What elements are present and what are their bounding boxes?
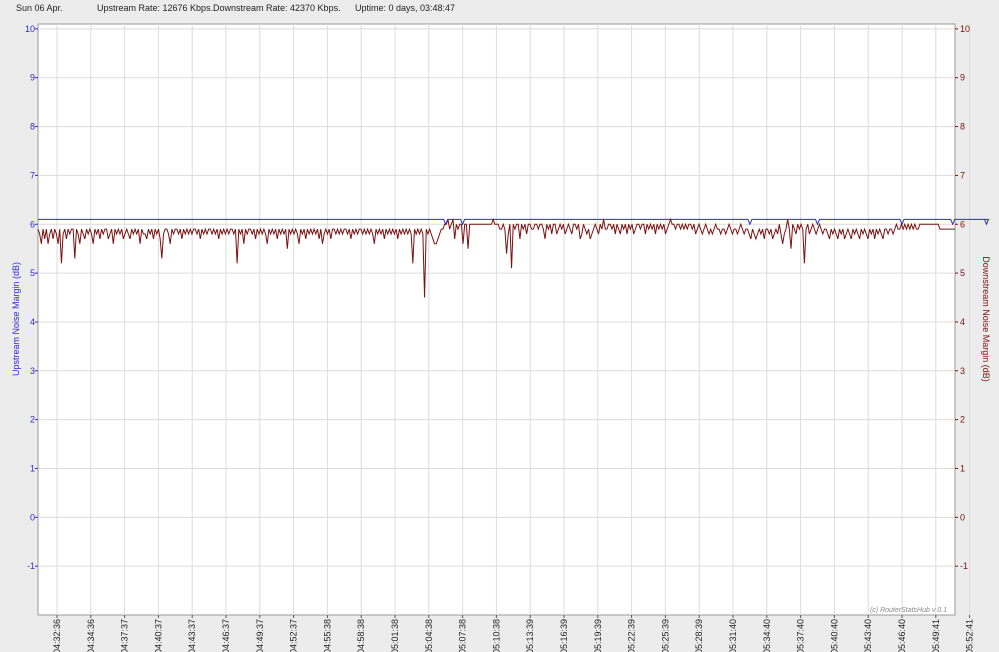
right-tick-label: 10 [960, 24, 970, 34]
x-axis: 04:32:36 04:34:36 04:37:37 04:40:37 04:43:37… [52, 615, 975, 652]
left-tick-label: 9 [30, 73, 35, 83]
left-tick-label: 0 [30, 512, 35, 522]
x-tick-label: 04:43:37 [187, 619, 197, 652]
right-tick-label: 0 [960, 512, 965, 522]
right-tick-label: 3 [960, 366, 965, 376]
x-tick-label: 05:07:38 [458, 619, 468, 652]
x-tick-label: 05:43:40 [863, 619, 873, 652]
x-tick-label: 04:46:37 [221, 619, 231, 652]
left-tick-label: -1 [27, 561, 35, 571]
x-tick-label: 05:28:39 [694, 619, 704, 652]
x-tick-label: 05:22:39 [627, 619, 637, 652]
left-tick-label: 5 [30, 268, 35, 278]
left-tick-label: 10 [25, 24, 35, 34]
left-axis-title: Upstream Noise Margin (dB) [11, 262, 21, 376]
x-tick-label: 04:37:37 [120, 619, 130, 652]
left-tick-label: 8 [30, 122, 35, 132]
left-y-axis: 109876543210-1 [25, 24, 38, 571]
right-tick-label: 4 [960, 317, 965, 327]
left-tick-label: 2 [30, 415, 35, 425]
x-tick-label: 05:40:40 [829, 619, 839, 652]
x-tick-label: 05:10:38 [491, 619, 501, 652]
x-tick-label: 05:04:38 [424, 619, 434, 652]
x-tick-label: 04:52:37 [289, 619, 299, 652]
x-tick-label: 05:37:40 [796, 619, 806, 652]
x-tick-label: 04:40:37 [153, 619, 163, 652]
x-tick-label: 05:34:40 [762, 619, 772, 652]
x-tick-label: 04:55:38 [322, 619, 332, 652]
right-tick-label: 6 [960, 219, 965, 229]
x-tick-label: 04:49:37 [255, 619, 265, 652]
x-tick-label: 05:25:39 [660, 619, 670, 652]
x-tick-label: 05:16:39 [559, 619, 569, 652]
left-tick-label: 3 [30, 366, 35, 376]
x-tick-label: 05:01:38 [390, 619, 400, 652]
watermark: (c) RouterStatsHub v 0.1 [870, 607, 947, 614]
x-tick-label: 05:46:40 [897, 619, 907, 652]
right-tick-label: 8 [960, 122, 965, 132]
x-tick-label: 05:52:41 [965, 619, 975, 652]
x-tick-label: 04:32:36 [52, 619, 62, 652]
right-tick-label: -1 [960, 561, 968, 571]
x-tick-label: 04:58:38 [356, 619, 366, 652]
right-y-axis: 109876543210-1 [955, 24, 970, 571]
noise-margin-chart: 109876543210-1 109876543210-1 04:32:36 04… [11, 23, 991, 652]
left-tick-label: 7 [30, 170, 35, 180]
x-tick-label: 05:49:41 [931, 619, 941, 652]
x-tick-label: 05:19:39 [593, 619, 603, 652]
x-tick-label: 05:31:40 [728, 619, 738, 652]
right-axis-title: Downstream Noise Margin (dB) [981, 256, 991, 382]
x-tick-label: 05:13:39 [525, 619, 535, 652]
right-tick-label: 5 [960, 268, 965, 278]
right-tick-label: 9 [960, 73, 965, 83]
right-tick-label: 7 [960, 170, 965, 180]
left-tick-label: 6 [30, 219, 35, 229]
right-tick-label: 1 [960, 463, 965, 473]
left-tick-label: 4 [30, 317, 35, 327]
left-tick-label: 1 [30, 463, 35, 473]
x-tick-label: 04:34:36 [86, 619, 96, 652]
right-tick-label: 2 [960, 415, 965, 425]
